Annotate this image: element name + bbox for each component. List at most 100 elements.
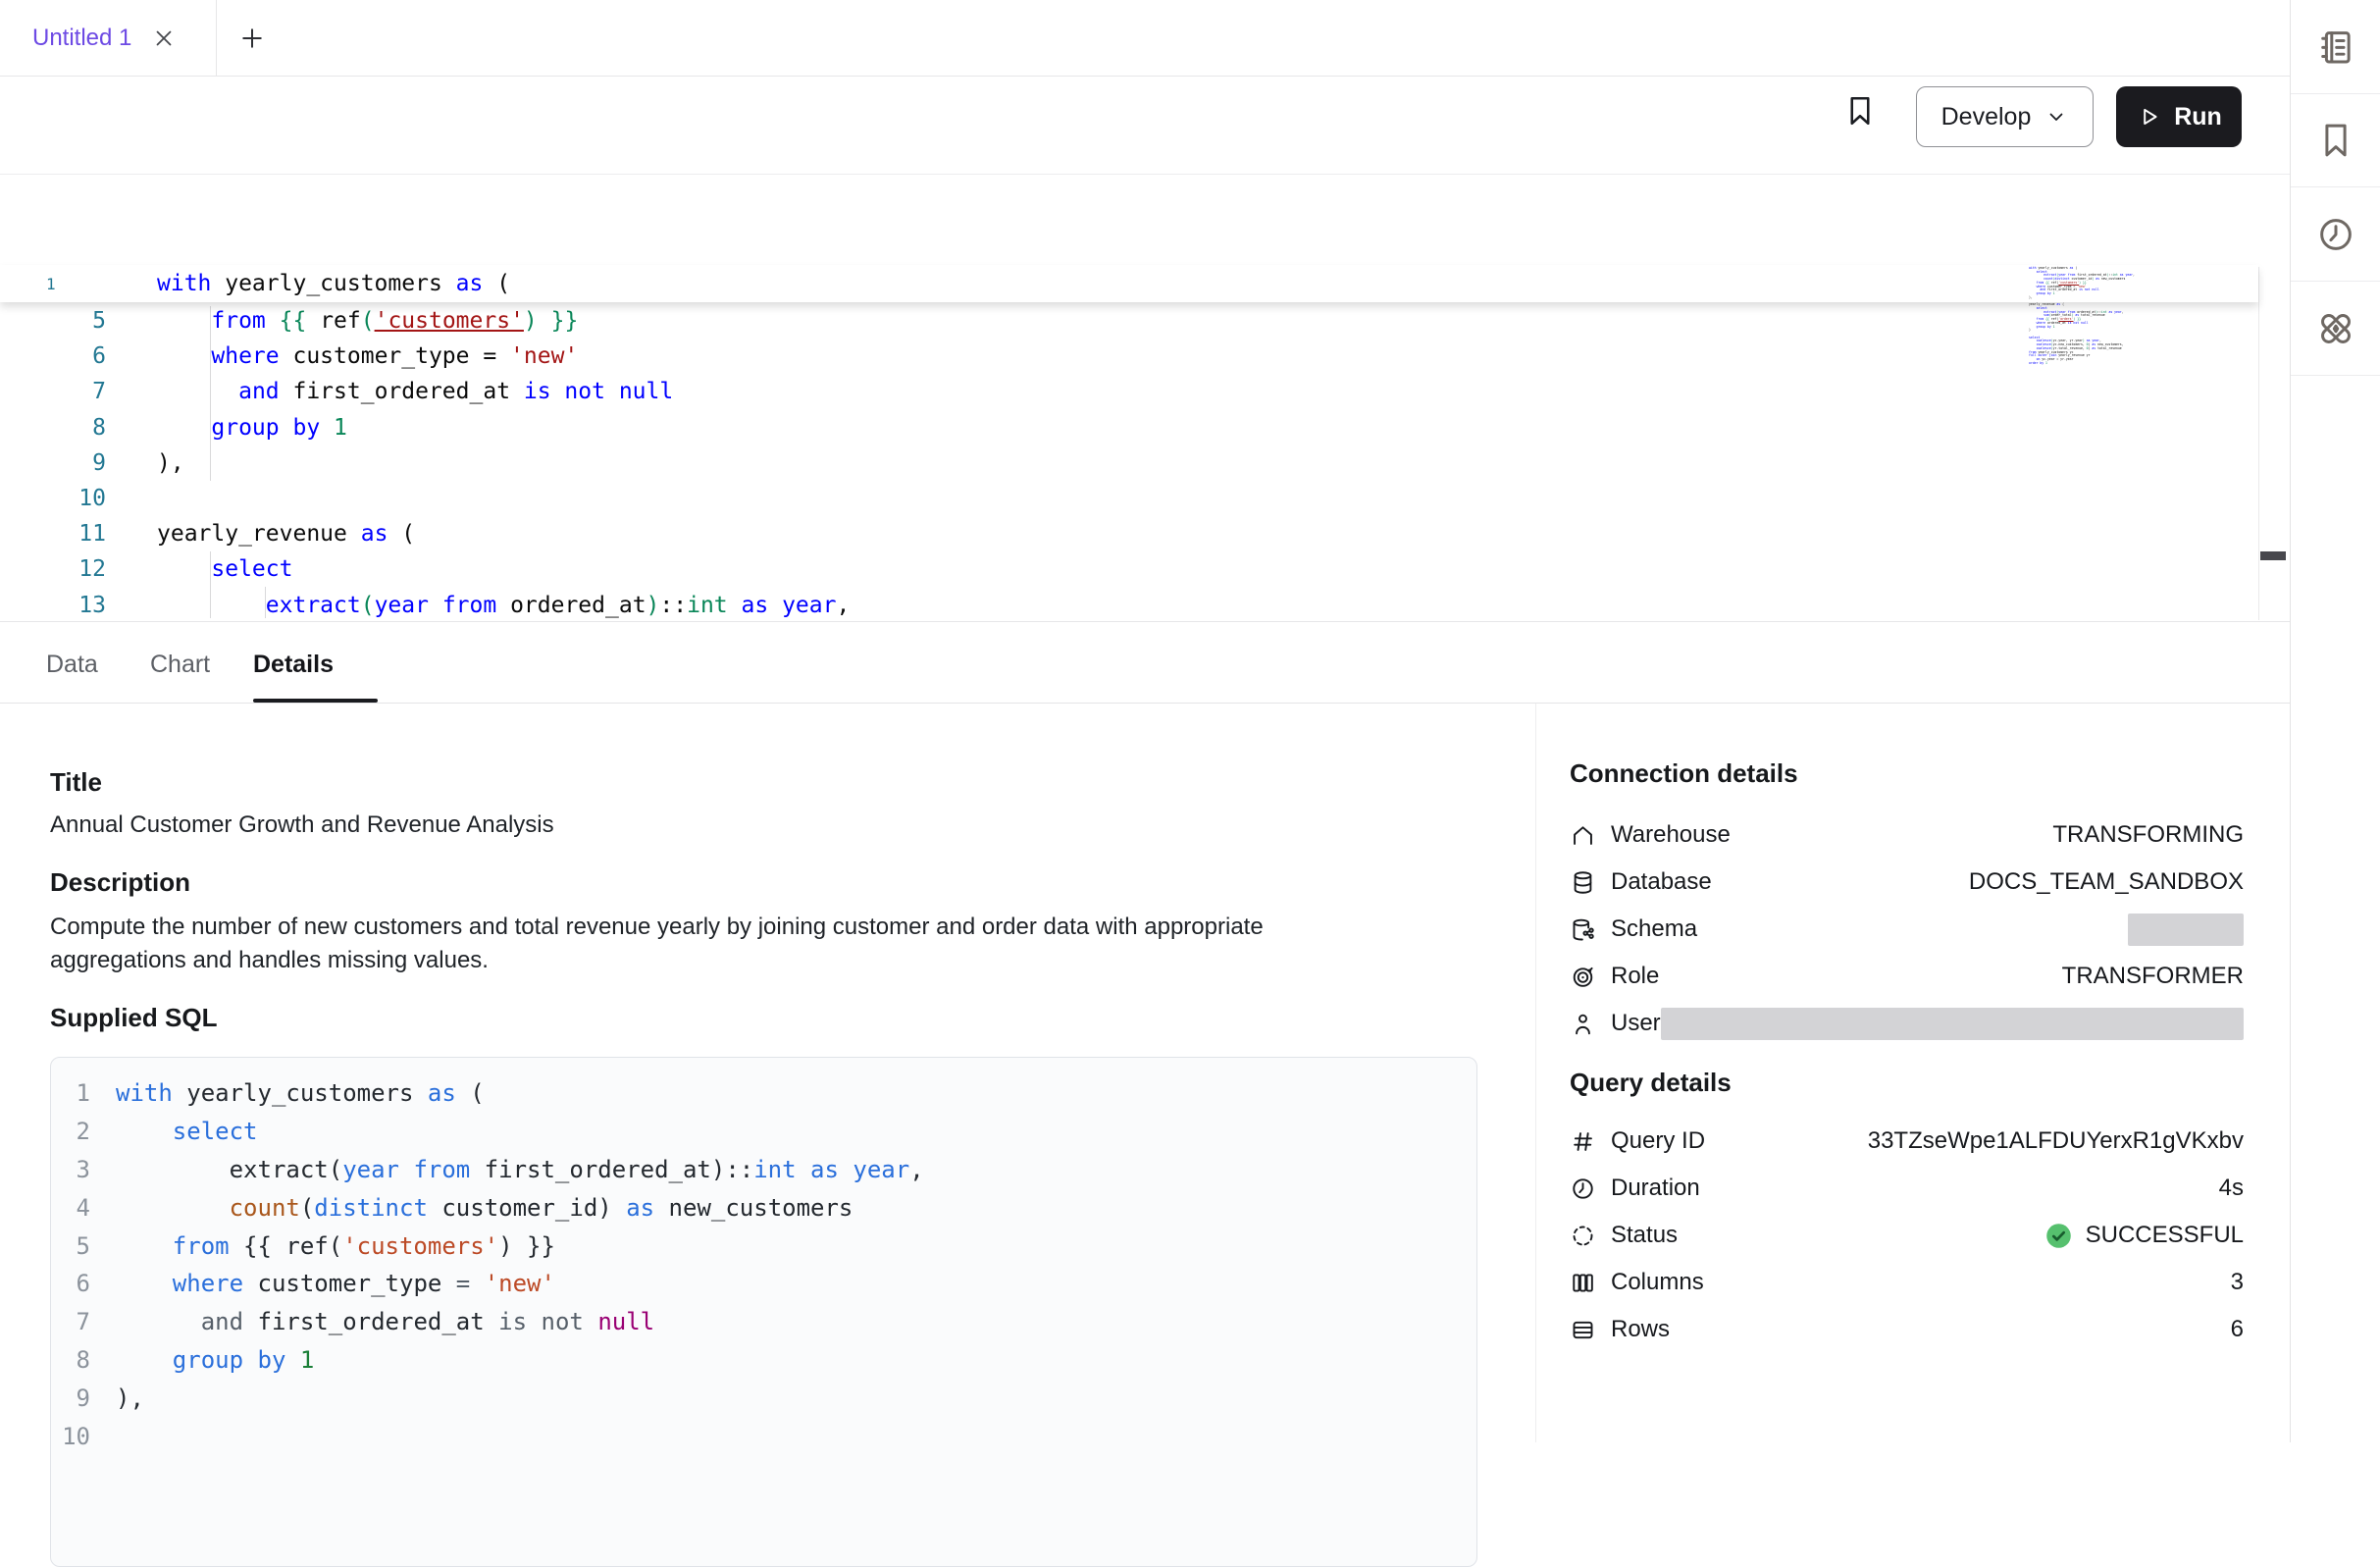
spinner-icon xyxy=(1570,1223,1596,1249)
detail-row: Columns 3 xyxy=(1570,1259,2244,1306)
sticky-line-code: with yearly_customers as ( xyxy=(157,271,510,296)
sidebar-notebook-button[interactable] xyxy=(2291,0,2380,94)
user-icon xyxy=(1570,1011,1596,1037)
connection-details-heading: Connection details xyxy=(1570,756,2244,791)
redacted-value xyxy=(2128,914,2244,946)
supplied-sql-heading: Supplied SQL xyxy=(50,1003,217,1033)
code-line: 13 extract(year from ordered_at)::int as… xyxy=(0,588,2258,623)
hash-icon xyxy=(1570,1128,1596,1155)
history-icon xyxy=(2315,214,2356,255)
title-value: Annual Customer Growth and Revenue Analy… xyxy=(50,811,554,839)
line-number: 9 xyxy=(51,1384,90,1412)
code-line: 9), xyxy=(51,1379,1476,1417)
line-number: 1 xyxy=(0,275,106,293)
editor-code-lines[interactable]: 5 from {{ ref('customers') }}6 where cus… xyxy=(0,303,2258,623)
detail-label: Query ID xyxy=(1611,1127,1705,1155)
detail-row: RoleTRANSFORMER xyxy=(1570,953,2244,1000)
code-line: 5 from {{ ref('customers') }} xyxy=(51,1227,1476,1265)
code-line: 12 select xyxy=(0,551,2258,587)
line-number: 11 xyxy=(0,521,106,547)
code-line: 4 count(distinct customer_id) as new_cus… xyxy=(51,1188,1476,1227)
supplied-sql-lines: 1with yearly_customers as (2 select3 ext… xyxy=(51,1074,1476,1455)
detail-row: WarehouseTRANSFORMING xyxy=(1570,811,2244,859)
redacted-value xyxy=(1661,1008,2244,1040)
check-circle-icon xyxy=(2044,1221,2074,1251)
detail-value: 4s xyxy=(2219,1175,2244,1202)
clock-icon xyxy=(1570,1175,1596,1202)
line-number: 7 xyxy=(51,1308,90,1335)
notebook-icon xyxy=(2315,26,2356,68)
code-line: 2 select xyxy=(51,1113,1476,1151)
bookmark-icon xyxy=(2315,120,2356,161)
editor-scrollbar[interactable] xyxy=(2258,267,2286,620)
line-number: 2 xyxy=(51,1118,90,1145)
sidebar-history-button[interactable] xyxy=(2291,187,2380,282)
detail-label: Columns xyxy=(1611,1269,1704,1296)
query-details-panel: Query details Query ID33TZseWpe1ALFDUYer… xyxy=(1570,1065,2244,1353)
develop-dropdown-button[interactable]: Develop xyxy=(1916,86,2094,147)
line-number: 10 xyxy=(0,486,106,511)
run-label: Run xyxy=(2174,103,2222,131)
close-icon[interactable] xyxy=(151,26,177,51)
detail-row: Rows6 xyxy=(1570,1306,2244,1353)
divider xyxy=(0,621,2290,622)
supplied-sql-block: 1with yearly_customers as (2 select3 ext… xyxy=(50,1057,1477,1567)
detail-label: Database xyxy=(1611,868,1712,896)
detail-value: 6 xyxy=(2231,1316,2244,1343)
play-icon xyxy=(2136,104,2161,130)
line-number: 6 xyxy=(51,1270,90,1297)
code-line: 8 group by 1 xyxy=(0,410,2258,445)
detail-label: Duration xyxy=(1611,1175,1700,1202)
bookmark-icon[interactable] xyxy=(1842,93,1878,129)
tab-details[interactable]: Details xyxy=(253,628,334,701)
role-icon xyxy=(1570,964,1596,990)
code-line: 6 where customer_type = 'new' xyxy=(51,1265,1476,1303)
sidebar-mesh-button[interactable] xyxy=(2291,282,2380,376)
code-line: 10 xyxy=(0,481,2258,516)
line-number: 9 xyxy=(0,450,106,476)
sql-editor[interactable]: 5 from {{ ref('customers') }}6 where cus… xyxy=(0,182,2290,622)
code-line: 6 where customer_type = 'new' xyxy=(0,339,2258,374)
line-number: 7 xyxy=(0,379,106,404)
code-line: 7 and first_ordered_at is not null xyxy=(0,374,2258,409)
sidebar-bookmark-button[interactable] xyxy=(2291,93,2380,187)
editor-tab-bar: Untitled 1 xyxy=(0,0,2290,77)
code-line: 7 and first_ordered_at is not null xyxy=(51,1303,1476,1341)
divider xyxy=(0,703,2290,704)
new-tab-plus-icon[interactable] xyxy=(238,25,266,52)
detail-value: DOCS_TEAM_SANDBOX xyxy=(1969,868,2244,896)
code-line: 5 from {{ ref('customers') }} xyxy=(0,303,2258,339)
divider xyxy=(1535,704,1536,1442)
rows-icon xyxy=(1570,1317,1596,1343)
detail-row: Query ID33TZseWpe1ALFDUYerxR1gVKxbv xyxy=(1570,1118,2244,1165)
detail-row: Schema xyxy=(1570,906,2244,953)
line-number: 10 xyxy=(51,1423,90,1450)
indent-guide xyxy=(210,306,211,481)
tab-untitled-1[interactable]: Untitled 1 xyxy=(0,0,216,77)
tab-data[interactable]: Data xyxy=(46,628,98,701)
detail-row: StatusSUCCESSFUL xyxy=(1570,1212,2244,1259)
connection-details-panel: Connection details WarehouseTRANSFORMING… xyxy=(1570,756,2244,1047)
code-line: 9), xyxy=(0,445,2258,481)
description-value: Compute the number of new customers and … xyxy=(50,911,1396,977)
tab-label: Untitled 1 xyxy=(32,25,131,52)
run-button[interactable]: Run xyxy=(2116,86,2242,147)
detail-value: TRANSFORMING xyxy=(2052,821,2244,849)
tab-chart[interactable]: Chart xyxy=(150,628,210,701)
line-number: 1 xyxy=(51,1079,90,1107)
query-details-heading: Query details xyxy=(1570,1065,2244,1100)
line-number: 5 xyxy=(0,308,106,334)
database-icon xyxy=(1570,869,1596,896)
detail-value: TRANSFORMER xyxy=(2062,963,2244,990)
sticky-scroll-line: 1 with yearly_customers as ( xyxy=(0,265,2258,302)
detail-value: SUCCESSFUL xyxy=(2044,1221,2244,1251)
line-number: 8 xyxy=(0,415,106,441)
right-icon-sidebar xyxy=(2290,0,2380,1442)
minimap[interactable]: with yearly_customers as ( select extrac… xyxy=(2029,267,2135,365)
schema-icon xyxy=(1570,916,1596,943)
detail-value: 3 xyxy=(2231,1269,2244,1296)
line-number: 6 xyxy=(0,343,106,369)
scrollbar-thumb[interactable] xyxy=(2260,551,2286,560)
line-number: 3 xyxy=(51,1156,90,1183)
detail-label: User xyxy=(1611,1010,1661,1037)
